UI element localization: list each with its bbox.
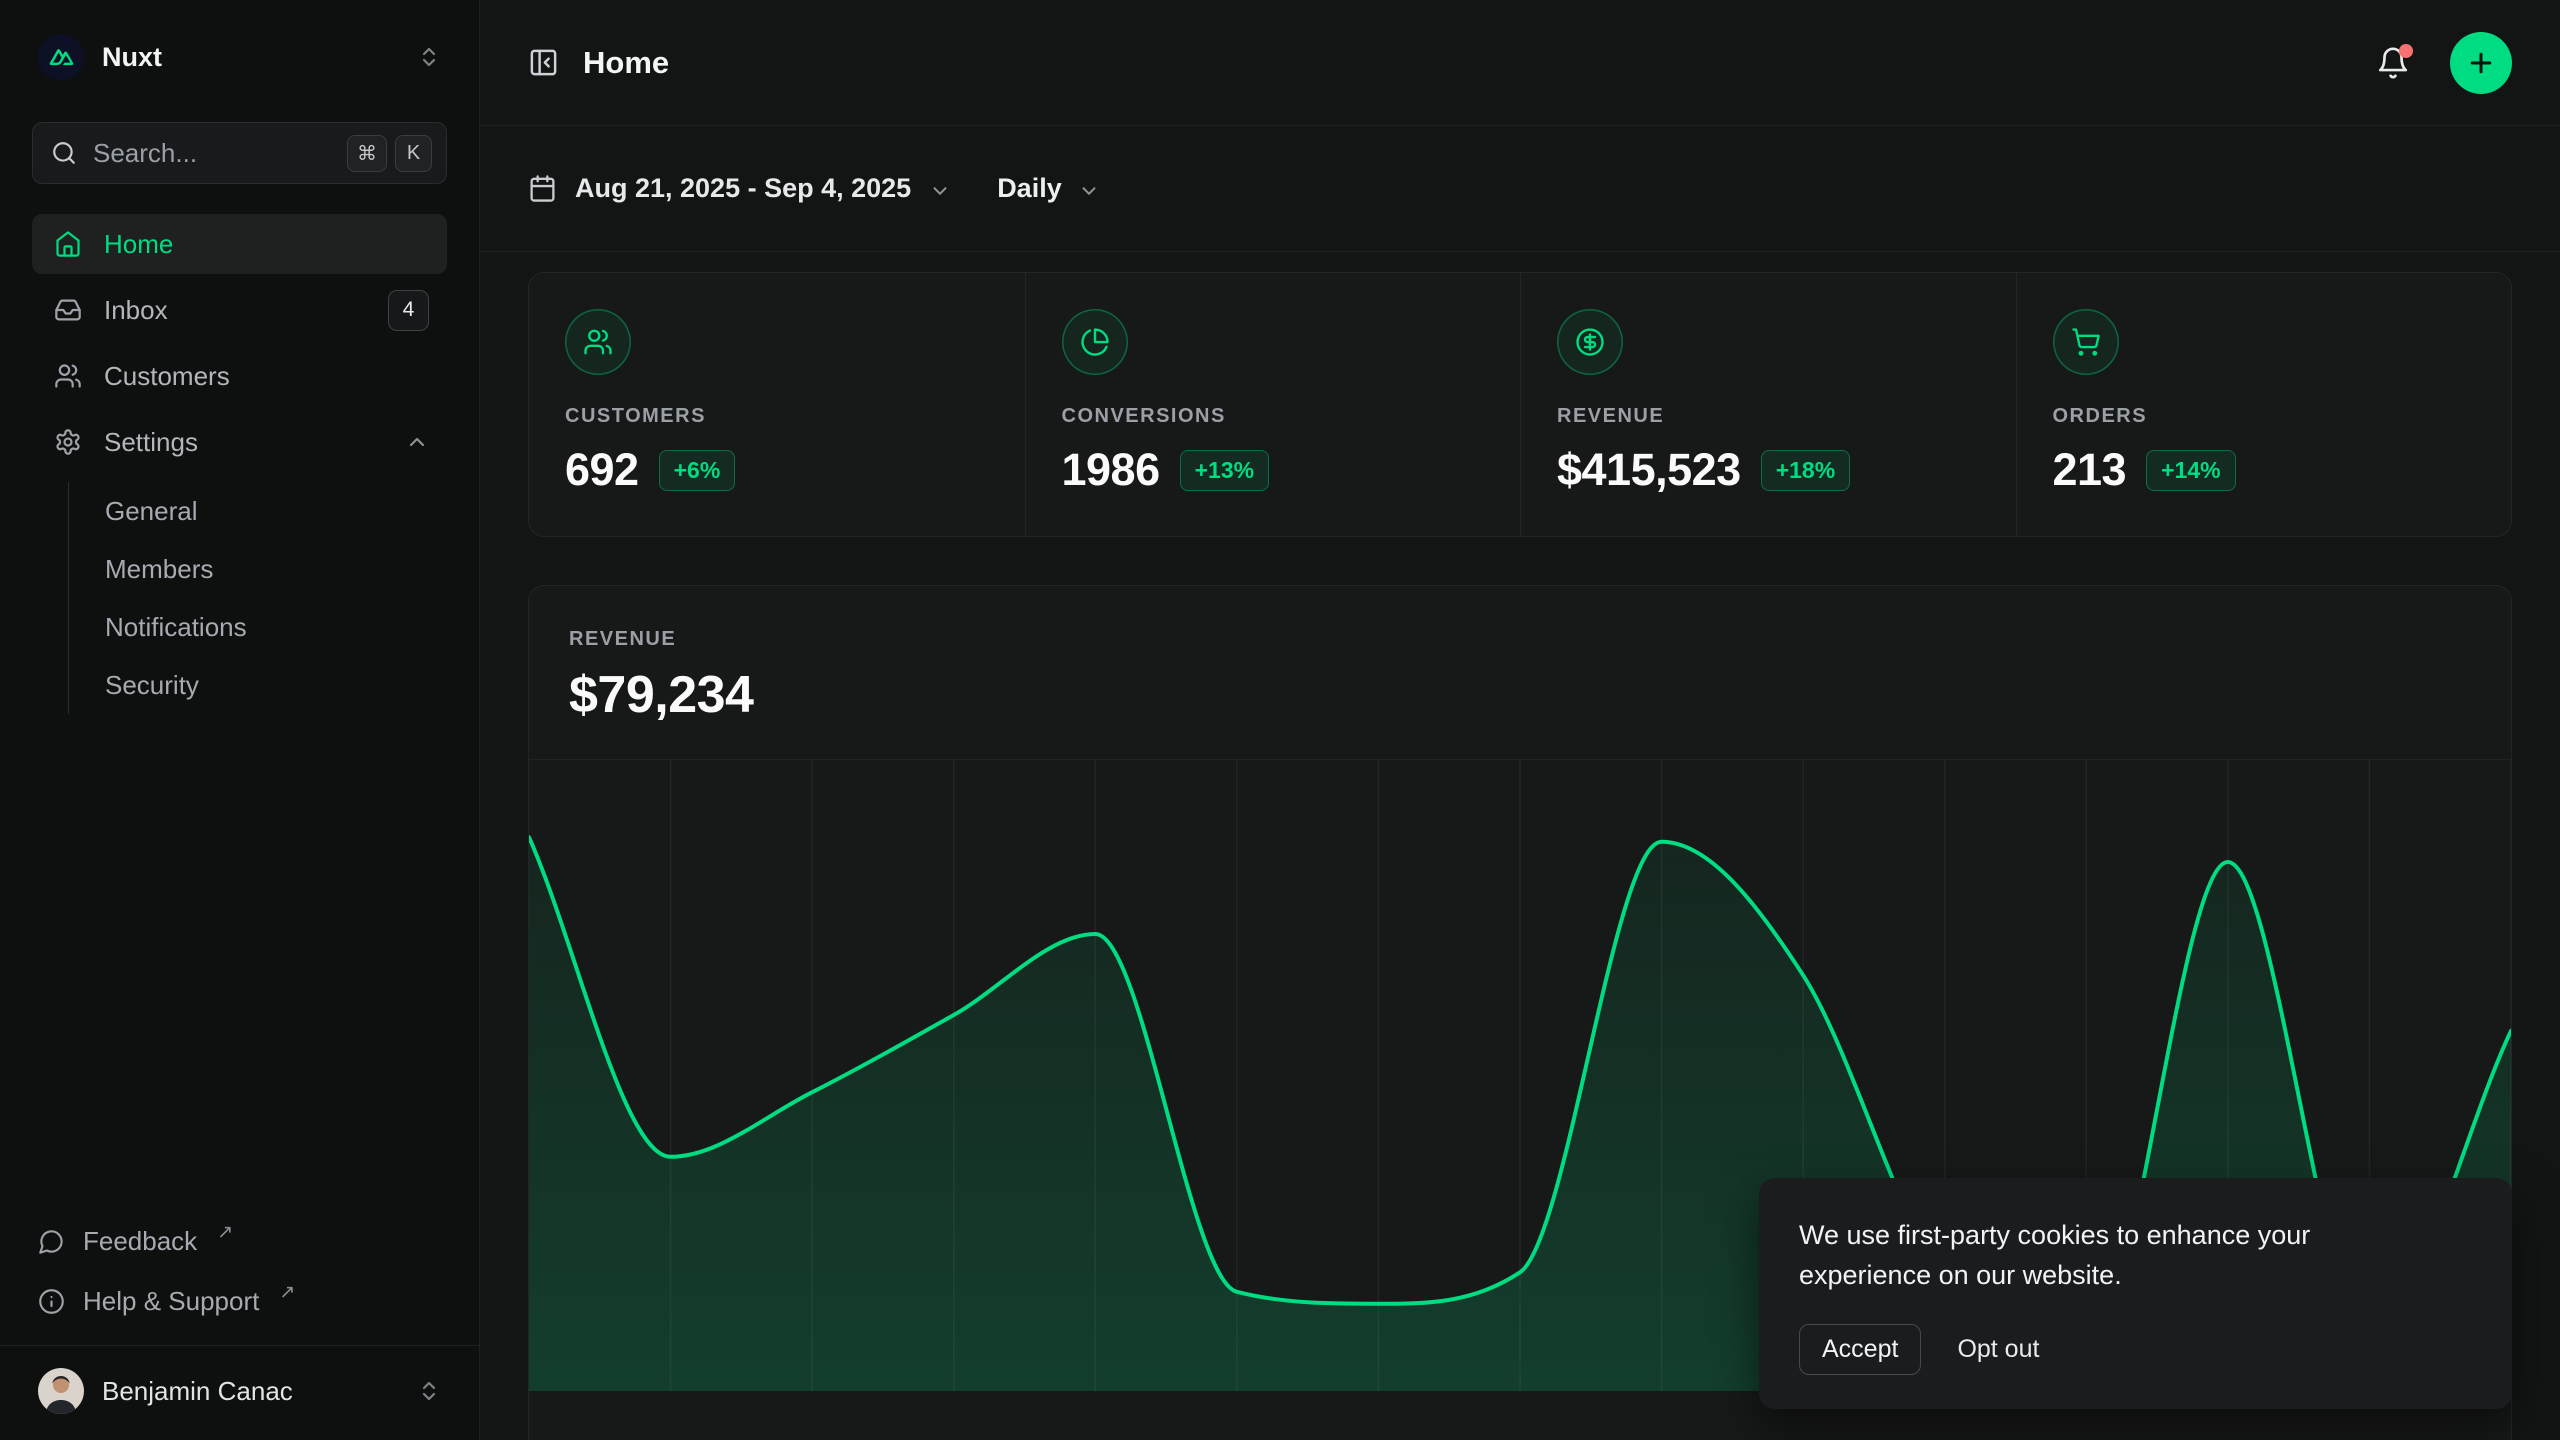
cmd-key: ⌘ — [347, 135, 387, 172]
user-menu[interactable]: Benjamin Canac — [32, 1346, 447, 1440]
cookie-actions: Accept Opt out — [1799, 1324, 2472, 1375]
stat-delta-badge: +6% — [659, 450, 736, 491]
sidebar-item-notifications[interactable]: Notifications — [105, 598, 447, 656]
topbar-actions — [2376, 32, 2512, 94]
gear-icon — [54, 428, 82, 456]
chevron-down-icon — [929, 180, 951, 202]
stat-value: 1986 — [1062, 444, 1160, 496]
date-range-value: Aug 21, 2025 - Sep 4, 2025 — [575, 173, 911, 204]
plus-icon — [2466, 48, 2496, 78]
chat-bubble-icon — [38, 1228, 65, 1255]
stat-revenue[interactable]: REVENUE $415,523 +18% — [1520, 273, 2016, 536]
sidebar-footer-links: Feedback ↗ Help & Support ↗ — [32, 1215, 447, 1345]
sidebar-nav: Home Inbox 4 Customers Settings — [32, 214, 447, 714]
search-input[interactable]: Search... ⌘ K — [32, 122, 447, 184]
stat-orders[interactable]: ORDERS 213 +14% — [2016, 273, 2512, 536]
sidebar-item-customers[interactable]: Customers — [32, 346, 447, 406]
feedback-link[interactable]: Feedback ↗ — [32, 1215, 447, 1267]
cookie-message: We use first-party cookies to enhance yo… — [1799, 1216, 2472, 1296]
chevrons-up-down-icon — [417, 45, 441, 69]
revenue-chart-label: REVENUE — [569, 628, 2471, 651]
stat-label: ORDERS — [2053, 405, 2476, 428]
sidebar-item-security[interactable]: Security — [105, 656, 447, 714]
stat-value: $415,523 — [1557, 444, 1741, 496]
chevron-up-icon — [405, 430, 429, 454]
filter-bar: Aug 21, 2025 - Sep 4, 2025 Daily — [480, 126, 2560, 252]
external-link-icon: ↗ — [279, 1281, 295, 1304]
add-button[interactable] — [2450, 32, 2512, 94]
user-name: Benjamin Canac — [102, 1376, 293, 1407]
panel-collapse-icon[interactable] — [528, 47, 559, 78]
sidebar-item-inbox[interactable]: Inbox 4 — [32, 280, 447, 340]
sidebar-item-settings[interactable]: Settings — [32, 412, 447, 472]
page-title: Home — [583, 45, 669, 81]
sidebar-item-members[interactable]: Members — [105, 540, 447, 598]
help-support-link[interactable]: Help & Support ↗ — [32, 1275, 447, 1327]
pie-chart-icon — [1062, 309, 1128, 375]
cookie-banner: We use first-party cookies to enhance yo… — [1759, 1178, 2512, 1409]
feedback-label: Feedback — [83, 1226, 197, 1257]
stat-delta-badge: +13% — [1180, 450, 1269, 491]
inbox-icon — [54, 296, 82, 324]
sidebar-item-label: Customers — [104, 361, 230, 392]
search-shortcut: ⌘ K — [347, 135, 432, 172]
avatar — [38, 1368, 84, 1414]
stat-delta-badge: +18% — [1761, 450, 1850, 491]
date-range-picker[interactable]: Aug 21, 2025 - Sep 4, 2025 — [528, 173, 951, 204]
search-icon — [51, 140, 77, 166]
granularity-value: Daily — [997, 173, 1062, 204]
workspace-name: Nuxt — [102, 42, 162, 73]
chevrons-up-down-icon — [417, 1379, 441, 1403]
users-icon — [54, 362, 82, 390]
opt-out-button[interactable]: Opt out — [1957, 1335, 2039, 1364]
k-key: K — [395, 135, 432, 172]
external-link-icon: ↗ — [217, 1221, 233, 1244]
workspace-selector[interactable]: Nuxt — [32, 34, 447, 80]
dollar-circle-icon — [1557, 309, 1623, 375]
sidebar-item-home[interactable]: Home — [32, 214, 447, 274]
stat-label: CUSTOMERS — [565, 405, 989, 428]
notifications-button[interactable] — [2376, 46, 2410, 80]
sidebar-item-label: Home — [104, 229, 173, 260]
calendar-icon — [528, 174, 557, 203]
inbox-count-badge: 4 — [388, 290, 429, 331]
stat-value: 692 — [565, 444, 639, 496]
stat-label: REVENUE — [1557, 405, 1980, 428]
stat-delta-badge: +14% — [2146, 450, 2235, 491]
sidebar-item-general[interactable]: General — [105, 482, 447, 540]
sidebar-item-label: Inbox — [104, 295, 168, 326]
users-icon — [565, 309, 631, 375]
stat-customers[interactable]: CUSTOMERS 692 +6% — [529, 273, 1025, 536]
sidebar: Nuxt Search... ⌘ K Home — [0, 0, 480, 1440]
home-icon — [54, 230, 82, 258]
stat-label: CONVERSIONS — [1062, 405, 1485, 428]
info-icon — [38, 1288, 65, 1315]
shopping-cart-icon — [2053, 309, 2119, 375]
revenue-chart-header: REVENUE $79,234 — [529, 586, 2511, 725]
accept-button[interactable]: Accept — [1799, 1324, 1921, 1375]
search-placeholder: Search... — [93, 138, 331, 169]
revenue-chart-value: $79,234 — [569, 665, 2471, 725]
nuxt-logo-icon — [38, 34, 84, 80]
stat-value: 213 — [2053, 444, 2127, 496]
sidebar-spacer — [32, 714, 447, 1215]
settings-subnav: General Members Notifications Security — [68, 482, 447, 714]
granularity-select[interactable]: Daily — [997, 173, 1100, 204]
notification-dot — [2399, 44, 2413, 58]
stat-conversions[interactable]: CONVERSIONS 1986 +13% — [1025, 273, 1521, 536]
sidebar-item-label: Settings — [104, 427, 198, 458]
top-header: Home — [480, 0, 2560, 126]
chevron-down-icon — [1078, 180, 1100, 202]
stats-panel: CUSTOMERS 692 +6% CONVERSIONS 1986 +13% — [528, 272, 2512, 537]
help-support-label: Help & Support — [83, 1286, 259, 1317]
